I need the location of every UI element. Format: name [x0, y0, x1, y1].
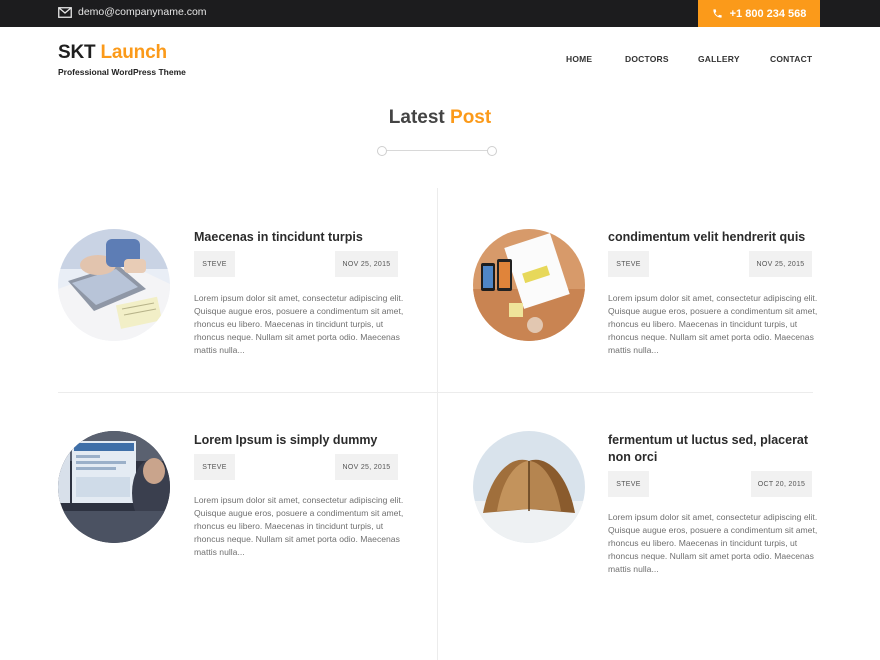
envelope-icon — [58, 6, 72, 18]
section-title: Latest Post — [0, 107, 880, 129]
post-thumbnail[interactable] — [58, 431, 170, 543]
nav-item-contact[interactable]: CONTACT — [770, 54, 812, 64]
divider-line — [386, 150, 488, 151]
divider-dot — [487, 146, 497, 156]
post-excerpt: Lorem ipsum dolor sit amet, consectetur … — [194, 293, 404, 355]
site-title-dark: SKT — [58, 42, 96, 63]
open-book-photo — [473, 431, 585, 543]
post-author[interactable]: STEVE — [608, 251, 649, 277]
post-excerpt: Lorem ipsum dolor sit amet, consectetur … — [608, 293, 818, 355]
post-title[interactable]: Maecenas in tincidunt turpis — [194, 229, 404, 246]
post-author[interactable]: STEVE — [194, 251, 235, 277]
phone-icon — [712, 9, 722, 18]
post-date: NOV 25, 2015 — [335, 454, 398, 480]
post-thumbnail[interactable] — [58, 229, 170, 341]
post-thumbnail[interactable] — [473, 229, 585, 341]
site-tagline: Professional WordPress Theme — [58, 67, 186, 77]
grid-divider-horizontal — [58, 392, 813, 393]
section-divider — [377, 146, 497, 156]
nav-item-doctors[interactable]: DOCTORS — [625, 54, 669, 64]
site-title: SKT Launch — [58, 42, 186, 64]
section-title-accent: Post — [450, 107, 492, 128]
post-author[interactable]: STEVE — [194, 454, 235, 480]
email-text: demo@companyname.com — [78, 6, 207, 18]
post-date: NOV 25, 2015 — [335, 251, 398, 277]
site-title-accent: Launch — [100, 42, 168, 63]
site-logo[interactable]: SKT Launch Professional WordPress Theme — [58, 42, 186, 77]
post-title[interactable]: condimentum velit hendrerit quis — [608, 229, 818, 246]
post-date: NOV 25, 2015 — [749, 251, 812, 277]
grid-divider-vertical — [437, 188, 438, 660]
phones-on-desk-photo — [473, 229, 585, 341]
nav-item-gallery[interactable]: GALLERY — [698, 54, 740, 64]
post-excerpt: Lorem ipsum dolor sit amet, consectetur … — [608, 512, 818, 574]
top-bar: demo@companyname.com +1 800 234 568 — [0, 0, 880, 27]
post-author[interactable]: STEVE — [608, 471, 649, 497]
post-date: OCT 20, 2015 — [751, 471, 812, 497]
phone-link[interactable]: +1 800 234 568 — [698, 0, 820, 27]
post-title[interactable]: Lorem Ipsum is simply dummy — [194, 432, 404, 449]
nav-item-home[interactable]: HOME — [566, 54, 592, 64]
post-title[interactable]: fermentum ut luctus sed, placerat non or… — [608, 432, 818, 466]
email-link[interactable]: demo@companyname.com — [58, 6, 207, 18]
phone-number: +1 800 234 568 — [729, 7, 807, 20]
section-title-dark: Latest — [388, 107, 445, 128]
post-thumbnail[interactable] — [473, 431, 585, 543]
monitor-workstation-photo — [58, 431, 170, 543]
divider-dot — [377, 146, 387, 156]
post-excerpt: Lorem ipsum dolor sit amet, consectetur … — [194, 495, 404, 557]
laptop-typing-photo — [58, 229, 170, 341]
